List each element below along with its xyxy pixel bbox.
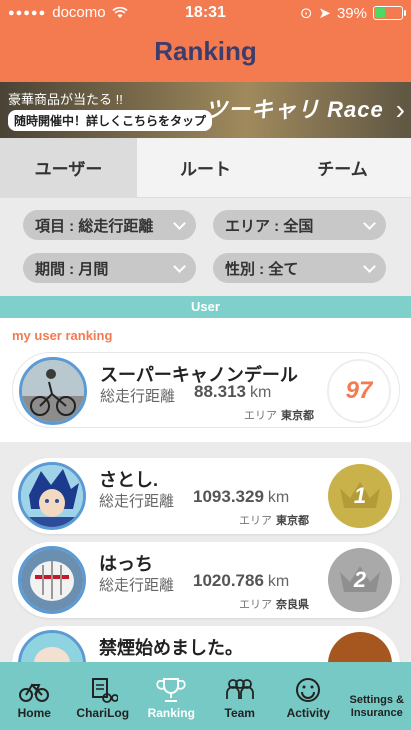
smiley-icon <box>296 678 321 702</box>
nav-settings-label: Settings & Insurance <box>349 694 404 719</box>
my-ranking-card[interactable]: スーパーキャノンデール 総走行距離 88.313 km エリア 東京都 97 <box>12 352 400 428</box>
user-name: さとし. <box>99 470 159 490</box>
avatar <box>19 357 87 425</box>
avatar <box>18 462 86 530</box>
metric-unit: km <box>250 384 272 401</box>
metric-unit: km <box>267 573 290 590</box>
ranking-card-1[interactable]: さとし. 総走行距離 1093.329 km エリア 東京都 1 <box>12 458 400 534</box>
nav-charilog[interactable]: ChariLog <box>69 662 138 730</box>
area-value: 東京都 <box>281 410 314 422</box>
tab-team[interactable]: チーム <box>274 138 411 197</box>
period-filter-dropdown[interactable]: 期間 : 月間 <box>23 253 196 283</box>
area-value: 奈良県 <box>276 599 309 611</box>
area-info: エリア 奈良県 <box>239 596 309 612</box>
chevron-down-icon <box>363 216 376 230</box>
gender-filter-dropdown[interactable]: 性別 : 全て <box>213 253 386 283</box>
trophy-icon <box>156 678 186 702</box>
bottom-nav: Home ChariLog Ranking Team Activity Sett… <box>0 662 411 730</box>
rank-number: 97 <box>345 377 373 404</box>
status-bar: ●●●●● docomo 18:31 ⊙ ➤ 39% <box>0 0 411 26</box>
battery-icon <box>373 6 406 20</box>
my-ranking-label: my user ranking <box>12 328 113 343</box>
promo-banner[interactable]: 豪華商品が当たる !! 随時開催中！詳しくこちらをタップ ツーキャリ Race … <box>0 82 411 138</box>
metric-unit: km <box>267 489 290 506</box>
nav-charilog-label: ChariLog <box>76 706 130 720</box>
metric-value-group: 1093.329 km <box>193 487 289 507</box>
rank-badge: 97 <box>327 359 391 423</box>
item-filter-dropdown[interactable]: 項目 : 総走行距離 <box>23 210 196 240</box>
metric-label: 総走行距離 <box>99 577 175 594</box>
gold-medal-badge: 1 <box>328 464 392 528</box>
user-name: 禁煙始めました。 <box>99 638 243 658</box>
area-label: エリア <box>239 599 272 611</box>
location-icon: ➤ <box>318 5 331 22</box>
area-info: エリア 東京都 <box>244 407 314 423</box>
battery-percent: 39% <box>336 4 367 22</box>
area-filter-dropdown[interactable]: エリア : 全国 <box>213 210 386 240</box>
ranking-card-2[interactable]: はっち 総走行距離 1020.786 km エリア 奈良県 2 <box>12 542 400 618</box>
area-info: エリア 東京都 <box>239 512 309 528</box>
item-filter-label: 項目 : 総走行距離 <box>35 217 154 235</box>
rank-number: 1 <box>353 483 367 508</box>
nav-team[interactable]: Team <box>206 662 275 730</box>
nav-settings[interactable]: Settings & Insurance ⚙ <box>343 662 411 730</box>
tab-user[interactable]: ユーザー <box>0 138 137 197</box>
rotation-lock-icon: ⊙ <box>299 5 313 22</box>
area-value: 東京都 <box>276 515 309 527</box>
page-title: Ranking <box>154 36 257 66</box>
nav-activity[interactable]: Activity <box>274 662 343 730</box>
app-header: ●●●●● docomo 18:31 ⊙ ➤ 39% Ranking <box>0 0 411 82</box>
filter-panel: 項目 : 総走行距離 エリア : 全国 期間 : 月間 性別 : 全て <box>0 198 411 294</box>
area-label: エリア <box>239 515 272 527</box>
nav-activity-label: Activity <box>286 706 330 720</box>
avatar <box>18 546 86 614</box>
gender-filter-label: 性別 : 全て <box>225 260 299 278</box>
metric-value-group: 88.313 km <box>194 382 271 402</box>
banner-cta: 随時開催中！詳しくこちらをタップ <box>8 110 213 131</box>
section-header: User <box>0 296 411 318</box>
nav-team-label: Team <box>224 706 255 720</box>
chevron-right-icon: › <box>395 94 405 125</box>
metric-value: 1093.329 <box>193 487 264 506</box>
chevron-down-icon <box>173 216 186 230</box>
silver-medal-badge: 2 <box>328 548 392 612</box>
metric-value: 88.313 <box>194 382 246 401</box>
chevron-down-icon <box>173 259 186 273</box>
nav-ranking[interactable]: Ranking <box>137 662 206 730</box>
metric-label: 総走行距離 <box>100 388 176 405</box>
nav-ranking-label: Ranking <box>147 706 195 720</box>
nav-home[interactable]: Home <box>0 662 69 730</box>
nav-home-label: Home <box>17 706 51 720</box>
user-name: はっち <box>99 554 153 574</box>
team-icon <box>225 679 254 699</box>
ranking-tabs: ユーザー ルート チーム <box>0 138 411 198</box>
area-filter-label: エリア : 全国 <box>225 217 314 235</box>
bicycle-icon <box>19 683 50 702</box>
rank-number: 2 <box>353 567 367 592</box>
tab-route[interactable]: ルート <box>137 138 274 197</box>
metric-label: 総走行距離 <box>99 493 175 510</box>
banner-headline: 豪華商品が当たる !! <box>8 92 123 107</box>
banner-logo: ツーキャリ Race <box>205 97 384 122</box>
battery-fill <box>375 8 386 18</box>
metric-value-group: 1020.786 km <box>193 571 289 591</box>
area-label: エリア <box>244 410 277 422</box>
my-ranking-section: my user ranking スーパーキャノンデール 総走行距離 88.313… <box>0 318 411 442</box>
chevron-down-icon <box>363 259 376 273</box>
metric-value: 1020.786 <box>193 571 264 590</box>
period-filter-label: 期間 : 月間 <box>35 260 109 278</box>
clipboard-bicycle-icon <box>91 678 118 703</box>
